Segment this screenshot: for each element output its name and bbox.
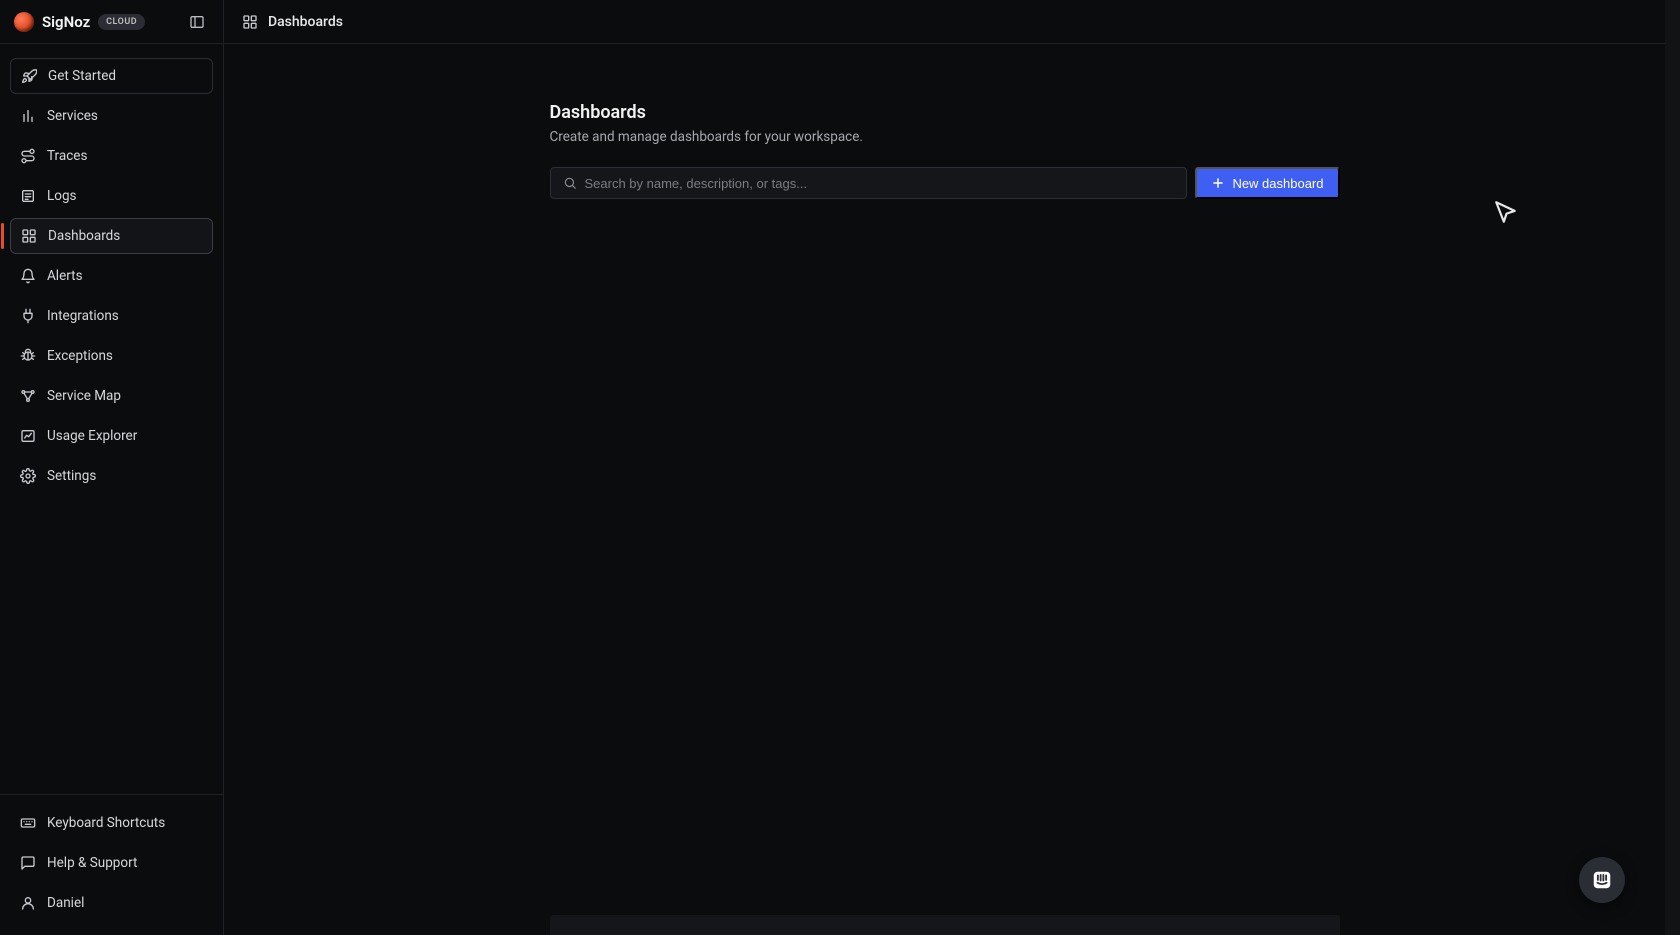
content: Dashboards Create and manage dashboards … [550,102,1340,935]
sidebar-footer: Keyboard Shortcuts Help & Support Daniel [0,794,223,935]
layout-grid-icon [21,228,37,244]
logs-icon [20,188,36,204]
bottom-strip [224,915,1665,935]
map-icon [20,388,36,404]
topbar-title: Dashboards [268,14,343,30]
panel-left-icon [189,14,205,30]
mouse-cursor-icon [1493,199,1519,225]
sidebar-item-label: Daniel [47,895,84,911]
sidebar-item-traces[interactable]: Traces [10,138,213,174]
layout-grid-icon [242,14,258,30]
page-subtitle: Create and manage dashboards for your wo… [550,129,1340,145]
content-wrap: Dashboards Create and manage dashboards … [224,44,1665,935]
sidebar-item-label: Logs [47,188,77,204]
search-row: New dashboard [550,167,1340,199]
bottom-strip-inner [550,915,1340,935]
sidebar-item-keyboard-shortcuts[interactable]: Keyboard Shortcuts [10,805,213,841]
sidebar-item-get-started[interactable]: Get Started [10,58,213,94]
sidebar-item-alerts[interactable]: Alerts [10,258,213,294]
sidebar-item-label: Services [47,108,98,124]
page-title: Dashboards [550,102,1340,123]
sidebar-nav: Get Started Services Traces Logs [0,44,223,794]
keyboard-icon [20,815,36,831]
bug-icon [20,348,36,364]
search-input[interactable] [585,176,1175,191]
sidebar-item-logs[interactable]: Logs [10,178,213,214]
sidebar-item-dashboards[interactable]: Dashboards [10,218,213,254]
user-icon [20,895,36,911]
sidebar-item-label: Dashboards [48,228,120,244]
route-icon [20,148,36,164]
sidebar-item-label: Traces [47,148,87,164]
gauge-icon [20,428,36,444]
bell-icon [20,268,36,284]
sidebar-item-exceptions[interactable]: Exceptions [10,338,213,374]
message-icon [20,855,36,871]
sidebar-item-settings[interactable]: Settings [10,458,213,494]
sidebar-item-services[interactable]: Services [10,98,213,134]
new-dashboard-button[interactable]: New dashboard [1195,167,1339,199]
sidebar-collapse-button[interactable] [185,10,209,34]
sidebar-item-label: Usage Explorer [47,428,137,444]
search-icon [563,176,577,190]
sidebar-header: SigNoz CLOUD [0,0,223,44]
sidebar: SigNoz CLOUD Get Started Services [0,0,224,935]
tier-badge: CLOUD [98,14,145,30]
topbar: Dashboards [224,0,1665,44]
sidebar-item-label: Integrations [47,308,119,324]
help-chat-button[interactable] [1579,857,1625,903]
sidebar-item-label: Get Started [48,68,116,84]
sidebar-item-service-map[interactable]: Service Map [10,378,213,414]
brand-logo-icon [14,12,34,32]
rocket-icon [21,68,37,84]
search-box[interactable] [550,167,1188,199]
sidebar-item-help-support[interactable]: Help & Support [10,845,213,881]
plus-icon [1211,176,1225,190]
plug-icon [20,308,36,324]
bar-chart-icon [20,108,36,124]
sidebar-item-label: Alerts [47,268,83,284]
intercom-icon [1591,869,1613,891]
sidebar-item-user[interactable]: Daniel [10,885,213,921]
app-root: SigNoz CLOUD Get Started Services [0,0,1680,935]
sidebar-item-usage-explorer[interactable]: Usage Explorer [10,418,213,454]
sidebar-item-label: Exceptions [47,348,113,364]
sidebar-item-integrations[interactable]: Integrations [10,298,213,334]
main-content: Dashboards Dashboards Create and manage … [224,0,1665,935]
brand-name: SigNoz [42,13,90,31]
sidebar-item-label: Service Map [47,388,121,404]
sidebar-item-label: Settings [47,468,96,484]
vertical-scrollbar[interactable] [1665,0,1680,935]
new-dashboard-label: New dashboard [1232,176,1323,191]
sidebar-item-label: Help & Support [47,855,137,871]
sidebar-item-label: Keyboard Shortcuts [47,815,165,831]
gear-icon [20,468,36,484]
